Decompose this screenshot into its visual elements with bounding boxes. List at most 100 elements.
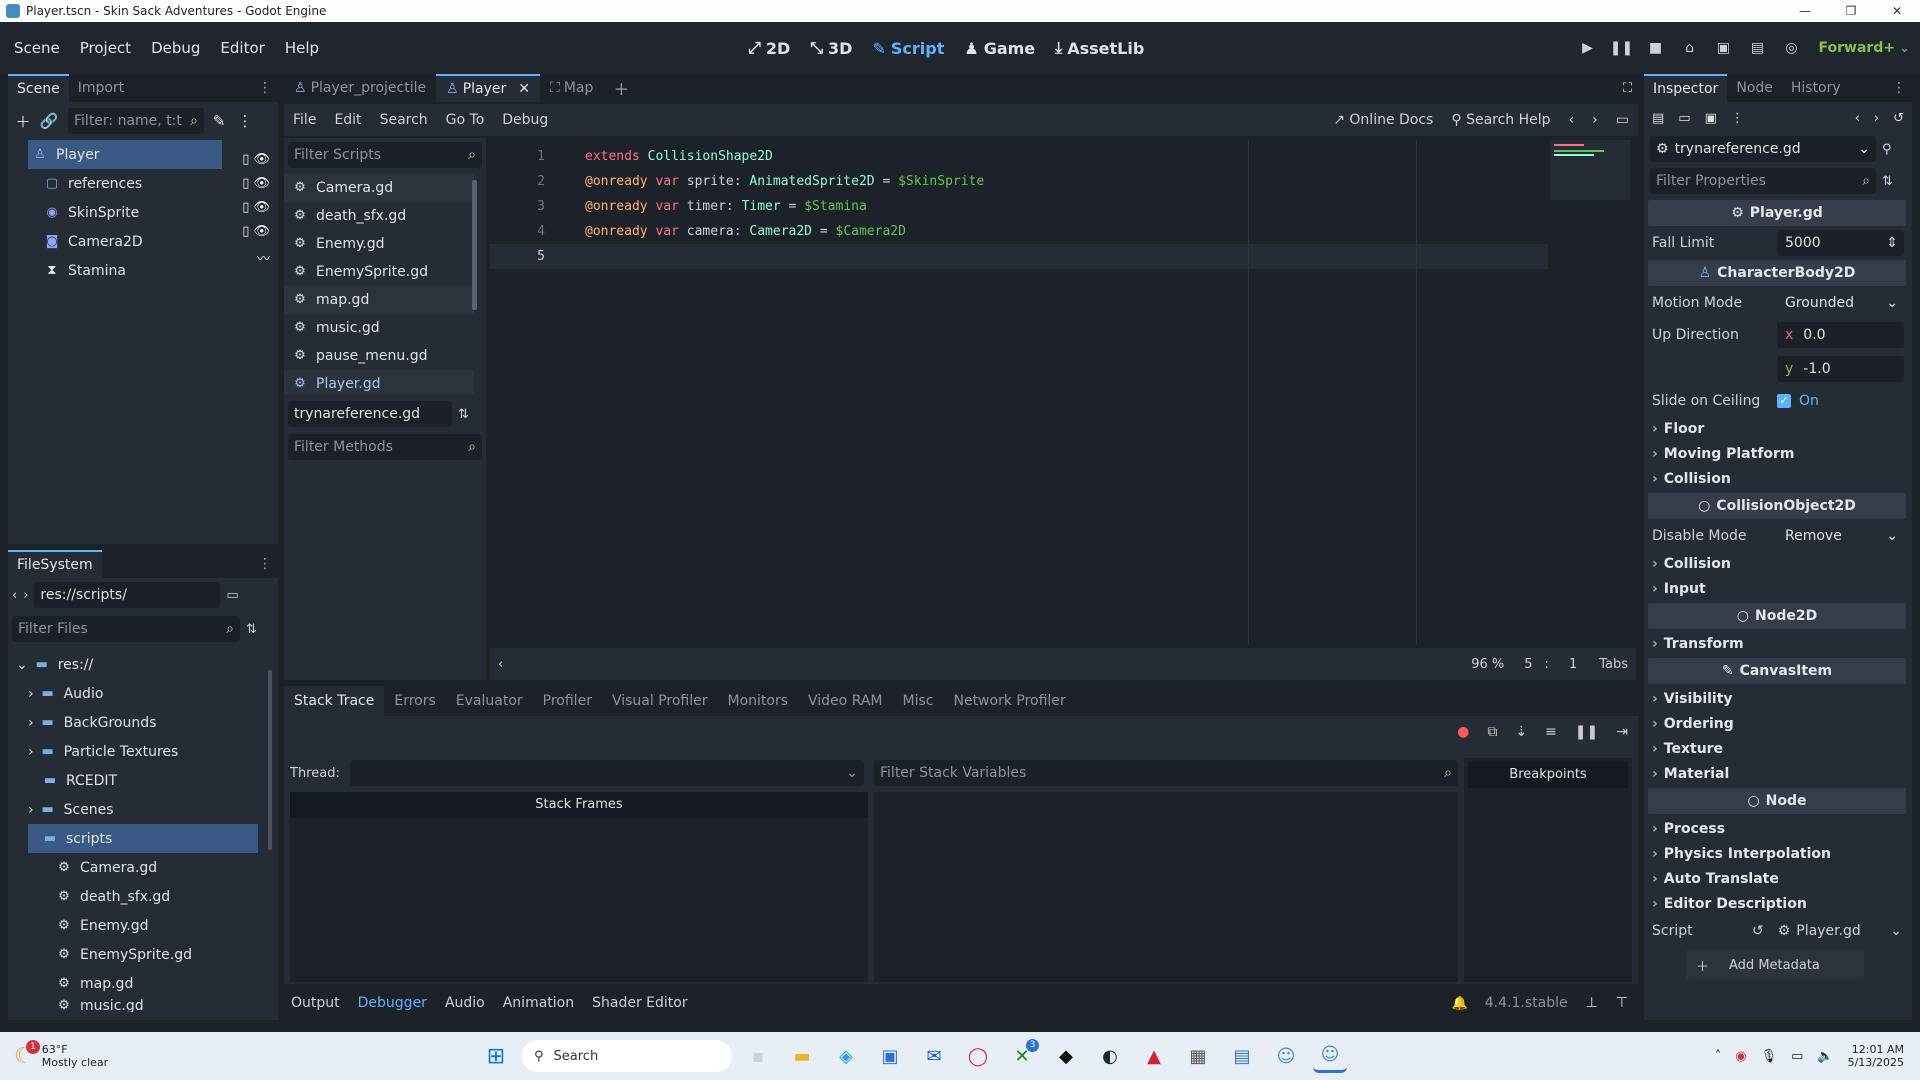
store-icon[interactable]: ▣	[873, 1039, 907, 1073]
script-item-map[interactable]: ⚙ map.gd	[284, 286, 474, 314]
script-menu-search[interactable]: Search	[371, 112, 437, 128]
folder-particle-textures[interactable]: › ▬ Particle Textures	[8, 737, 278, 766]
path-input[interactable]: res://scripts/	[34, 582, 221, 608]
script-icon[interactable]: ▯ 👁	[242, 176, 270, 191]
tab-visual-profiler[interactable]: Visual Profiler	[602, 686, 718, 716]
tab-history[interactable]: History	[1782, 74, 1850, 102]
slide-on-ceiling-checkbox[interactable]: ✓ On	[1777, 393, 1819, 409]
network-icon[interactable]: ▭	[1791, 1049, 1803, 1064]
inspected-object-select[interactable]: ⚙ trynareference.gd ⌄	[1650, 136, 1876, 162]
tab-import[interactable]: Import	[69, 74, 133, 102]
group-process[interactable]: Process	[1644, 816, 1912, 841]
tab-filesystem[interactable]: FileSystem	[8, 550, 102, 578]
outlook-icon[interactable]: ✉	[917, 1039, 951, 1073]
bottom-tab-debugger[interactable]: Debugger	[349, 995, 436, 1011]
group-editor-description[interactable]: Editor Description	[1644, 891, 1912, 916]
add-node-icon[interactable]: ＋	[12, 111, 34, 132]
scene-tab-player[interactable]: ♙ Player ✕	[436, 74, 540, 102]
renderer-selector[interactable]: Forward+	[1819, 40, 1896, 56]
script-item-enemysprite[interactable]: ⚙ EnemySprite.gd	[284, 258, 486, 286]
scene-node-skinsprite[interactable]: ◉ SkinSprite	[8, 198, 278, 227]
tab-profiler[interactable]: Profiler	[533, 686, 602, 716]
stop-icon[interactable]: ■	[1641, 40, 1671, 56]
tab-network-profiler[interactable]: Network Profiler	[943, 686, 1075, 716]
close-window-button[interactable]: ✕	[1874, 0, 1920, 22]
clock[interactable]: 12:01 AM 5/13/2025	[1848, 1043, 1904, 1069]
script-item-music[interactable]: ⚙ music.gd	[284, 314, 486, 342]
bottom-tab-animation[interactable]: Animation	[494, 995, 583, 1011]
group-transform[interactable]: Transform	[1644, 631, 1912, 656]
script-item-death-sfx[interactable]: ⚙ death_sfx.gd	[284, 202, 486, 230]
bottom-tab-audio[interactable]: Audio	[436, 995, 494, 1011]
sort-icon[interactable]: ⇅	[1882, 174, 1893, 189]
workspace-2d[interactable]: ⤢ 2D	[740, 38, 798, 58]
close-icon[interactable]: ✕	[518, 81, 530, 97]
copilot-icon[interactable]: ◈	[829, 1039, 863, 1073]
security-icon[interactable]: ◉	[1735, 1049, 1746, 1064]
section-canvasitem[interactable]: ✎ CanvasItem	[1648, 658, 1906, 684]
folder-res[interactable]: ⌄ ▬ res://	[8, 650, 278, 679]
group-moving-platform[interactable]: Moving Platform	[1644, 441, 1912, 466]
group-texture[interactable]: Texture	[1644, 736, 1912, 761]
add-scene-icon[interactable]: ＋	[603, 76, 639, 100]
minimize-button[interactable]: —	[1782, 0, 1828, 22]
kebab-icon[interactable]: ⋮	[234, 112, 256, 130]
microphone-icon[interactable]: 🎙	[1761, 1049, 1778, 1064]
script-menu-goto[interactable]: Go To	[437, 112, 494, 128]
signal-icon[interactable]: 〰	[242, 248, 270, 267]
group-collision[interactable]: Collision	[1644, 466, 1912, 491]
split-view-icon[interactable]: ▭	[226, 588, 238, 603]
folder-scripts[interactable]: ▬ scripts	[28, 824, 258, 853]
taskbar-search[interactable]: ⚲ Search	[522, 1040, 732, 1072]
scene-node-camera2d[interactable]: ◙ Camera2D	[8, 227, 278, 256]
godot-active-icon[interactable]: ☺	[1313, 1039, 1347, 1073]
file-map[interactable]: ⚙ map.gd	[8, 969, 278, 998]
steam-icon[interactable]: ◐	[1093, 1039, 1127, 1073]
kebab-icon[interactable]: ⋮	[258, 556, 272, 572]
file-enemysprite[interactable]: ⚙ EnemySprite.gd	[8, 940, 278, 969]
file-camera[interactable]: ⚙ Camera.gd	[8, 853, 278, 882]
bell-icon[interactable]: 🔔	[1444, 996, 1476, 1011]
folder-scenes[interactable]: › ▬ Scenes	[8, 795, 278, 824]
chevron-down-icon[interactable]: ⌄	[1890, 923, 1902, 939]
group-physics-interpolation[interactable]: Physics Interpolation	[1644, 841, 1912, 866]
menu-project[interactable]: Project	[70, 39, 141, 57]
tab-node[interactable]: Node	[1727, 74, 1782, 102]
search-help-button[interactable]: ⚲ Search Help	[1442, 112, 1559, 128]
open-folder-icon[interactable]: ▭	[1678, 111, 1690, 126]
kebab-icon[interactable]: ⋮	[1892, 80, 1906, 96]
adobe-icon[interactable]: ▲	[1137, 1039, 1171, 1073]
task-view-icon[interactable]: ▪	[741, 1039, 775, 1073]
tab-misc[interactable]: Misc	[893, 686, 944, 716]
menu-scene[interactable]: Scene	[4, 39, 70, 57]
chevron-down-icon[interactable]: ⌄	[1899, 41, 1910, 56]
object-properties-icon[interactable]: ⚲	[1882, 142, 1892, 157]
record-icon[interactable]: ●	[1457, 724, 1469, 740]
group-ordering[interactable]: Ordering	[1644, 711, 1912, 736]
filter-files-input[interactable]: Filter Files ⌕	[12, 616, 240, 642]
chevron-right-icon[interactable]: ›	[23, 588, 28, 603]
pin-icon[interactable]: ⊥	[1577, 995, 1607, 1011]
up-direction-y-input[interactable]: y -1.0	[1777, 356, 1904, 382]
thread-select[interactable]: ⌄	[349, 760, 864, 786]
chevron-left-icon[interactable]: ‹	[1560, 112, 1584, 128]
kebab-icon[interactable]: ⋮	[258, 80, 272, 96]
script-item-camera[interactable]: ⚙ Camera.gd	[284, 174, 474, 202]
attach-script-icon[interactable]: ✎	[208, 112, 230, 130]
script-menu-debug[interactable]: Debug	[493, 112, 557, 128]
menu-debug[interactable]: Debug	[141, 39, 210, 57]
section-characterbody2d[interactable]: ♙ CharacterBody2D	[1648, 260, 1906, 286]
file-enemy[interactable]: ⚙ Enemy.gd	[8, 911, 278, 940]
play-scene-icon[interactable]: ▣	[1709, 40, 1739, 56]
disable-mode-select[interactable]: Remove ⌄	[1777, 523, 1904, 549]
chevron-left-icon[interactable]: ‹	[1855, 111, 1860, 126]
tab-stack-trace[interactable]: Stack Trace	[284, 686, 385, 716]
xbox-icon[interactable]: ✕ 3	[1005, 1039, 1039, 1073]
windows-start-icon[interactable]: ⊞	[479, 1039, 513, 1073]
step-over-icon[interactable]: ≡	[1545, 724, 1557, 740]
break-icon[interactable]: ❚❚	[1575, 724, 1598, 740]
group-collision-2[interactable]: Collision	[1644, 551, 1912, 576]
copy-icon[interactable]: ⧉	[1487, 724, 1497, 740]
menu-editor[interactable]: Editor	[210, 39, 274, 57]
calculator-icon[interactable]: ▦	[1181, 1039, 1215, 1073]
